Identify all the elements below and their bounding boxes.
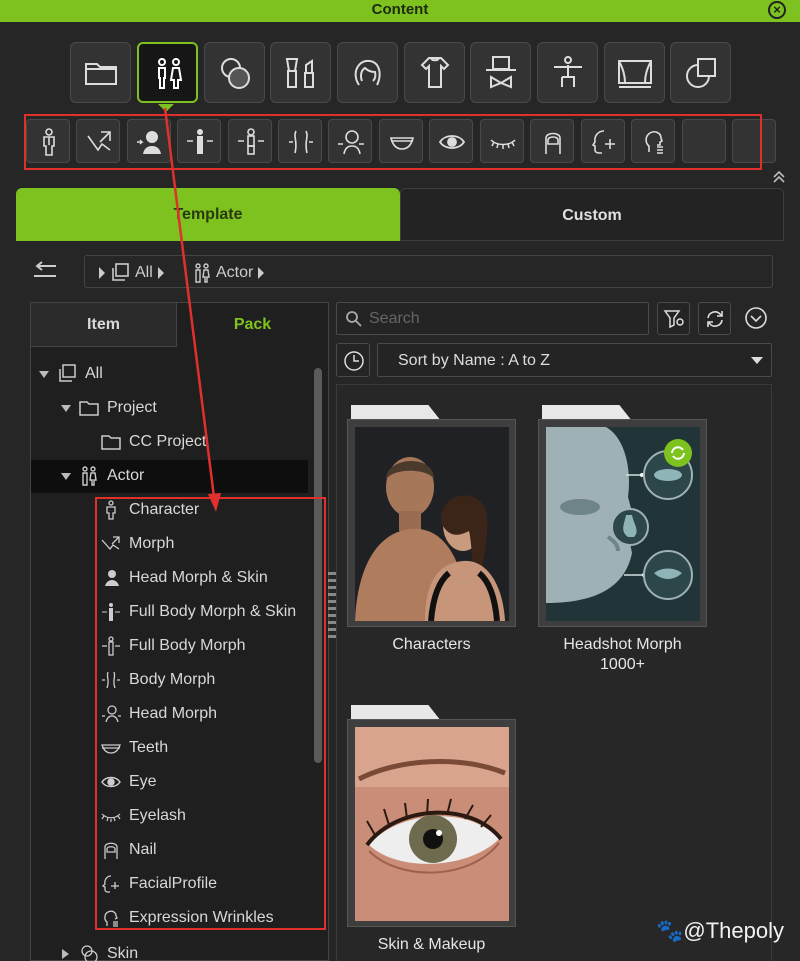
- tree-label: Actor: [107, 467, 145, 484]
- tree-item-actor[interactable]: Actor: [31, 460, 308, 493]
- all-icon: [112, 263, 129, 281]
- card-frame: [347, 719, 516, 927]
- breadcrumb-arrow-icon: [258, 267, 265, 279]
- skin-icon: [81, 945, 98, 961]
- actor-icon: [82, 466, 97, 486]
- back-icon[interactable]: [32, 260, 58, 280]
- recent-button[interactable]: [336, 343, 370, 377]
- filter-settings-button[interactable]: [657, 302, 690, 335]
- breadcrumb-arrow-icon: [157, 267, 164, 279]
- chevron-down-circle-icon: [745, 307, 767, 329]
- all-icon: [59, 364, 76, 382]
- misc-icon[interactable]: [670, 42, 731, 103]
- sort-label: Sort by Name : A to Z: [398, 352, 551, 369]
- card-thumbnail: [355, 427, 509, 621]
- search-box: [336, 302, 649, 335]
- headshot-morph-thumbnail-image: [546, 427, 700, 621]
- breadcrumb-all[interactable]: All: [135, 264, 153, 282]
- card-caption: Characters: [392, 636, 471, 653]
- collapse-icon[interactable]: [772, 170, 786, 184]
- characters-thumbnail-image: [355, 427, 509, 621]
- tab-pack[interactable]: Pack: [177, 303, 328, 347]
- tree-label: Skin: [107, 945, 139, 961]
- folder-icon: [101, 435, 121, 450]
- tab-custom[interactable]: Custom: [400, 188, 784, 241]
- more-options-button[interactable]: [740, 302, 773, 335]
- tree-item-cc-project[interactable]: CC Project: [31, 426, 308, 459]
- tree-item-project[interactable]: Project: [31, 392, 308, 425]
- tree-item-skin[interactable]: Skin: [31, 938, 308, 961]
- watermark: 🐾@Thepoly: [656, 918, 784, 944]
- search-input[interactable]: [369, 308, 639, 330]
- title-bar: Content ×: [0, 0, 800, 22]
- tree-item-all[interactable]: All: [31, 358, 308, 391]
- folder-icon[interactable]: [70, 42, 131, 103]
- sort-dropdown[interactable]: Sort by Name : A to Z: [377, 343, 772, 377]
- filter-gear-icon: [663, 310, 684, 329]
- search-icon: [346, 311, 362, 327]
- card-caption: Skin & Makeup: [377, 936, 486, 953]
- breadcrumb: All Actor: [84, 255, 773, 288]
- refresh-button[interactable]: [698, 302, 731, 335]
- dropdown-arrow-icon: [751, 357, 763, 364]
- tree-label: All: [85, 365, 103, 382]
- clock-icon: [344, 351, 364, 371]
- refresh-icon: [707, 311, 723, 327]
- card-frame: [347, 419, 516, 627]
- card-frame: [538, 419, 707, 627]
- accessory-icon[interactable]: [470, 42, 531, 103]
- actor-small-icon: [195, 263, 210, 283]
- close-icon[interactable]: ×: [768, 1, 786, 19]
- stage-icon[interactable]: [604, 42, 665, 103]
- pose-icon[interactable]: [537, 42, 598, 103]
- tree-label: CC Project: [129, 433, 207, 450]
- breadcrumb-arrow-icon: [99, 267, 105, 279]
- makeup-icon[interactable]: [270, 42, 331, 103]
- window-title: Content: [371, 1, 429, 18]
- cloth-icon[interactable]: [404, 42, 465, 103]
- hair-icon[interactable]: [337, 42, 398, 103]
- active-category-pointer: [158, 104, 174, 112]
- annotation-box-icons: [24, 114, 762, 170]
- breadcrumb-actor[interactable]: Actor: [216, 264, 253, 282]
- content-grid: Characters Headshot Morph 1000+ Skin & M…: [336, 384, 772, 961]
- splitter-handle[interactable]: [328, 572, 336, 642]
- skin-makeup-thumbnail-image: [355, 727, 509, 921]
- folder-icon: [79, 401, 99, 416]
- skin-icon[interactable]: [204, 42, 265, 103]
- card-thumbnail: [355, 727, 509, 921]
- tab-template[interactable]: Template: [16, 188, 400, 241]
- actor-icon[interactable]: [137, 42, 198, 103]
- paw-icon: 🐾: [655, 918, 684, 943]
- card-caption: Headshot Morph 1000+: [563, 636, 682, 673]
- watermark-text: @Thepoly: [683, 918, 784, 943]
- card-thumbnail: [546, 427, 700, 621]
- tab-item[interactable]: Item: [31, 303, 177, 347]
- tree-label: Project: [107, 399, 157, 416]
- annotation-box-tree: [95, 497, 326, 930]
